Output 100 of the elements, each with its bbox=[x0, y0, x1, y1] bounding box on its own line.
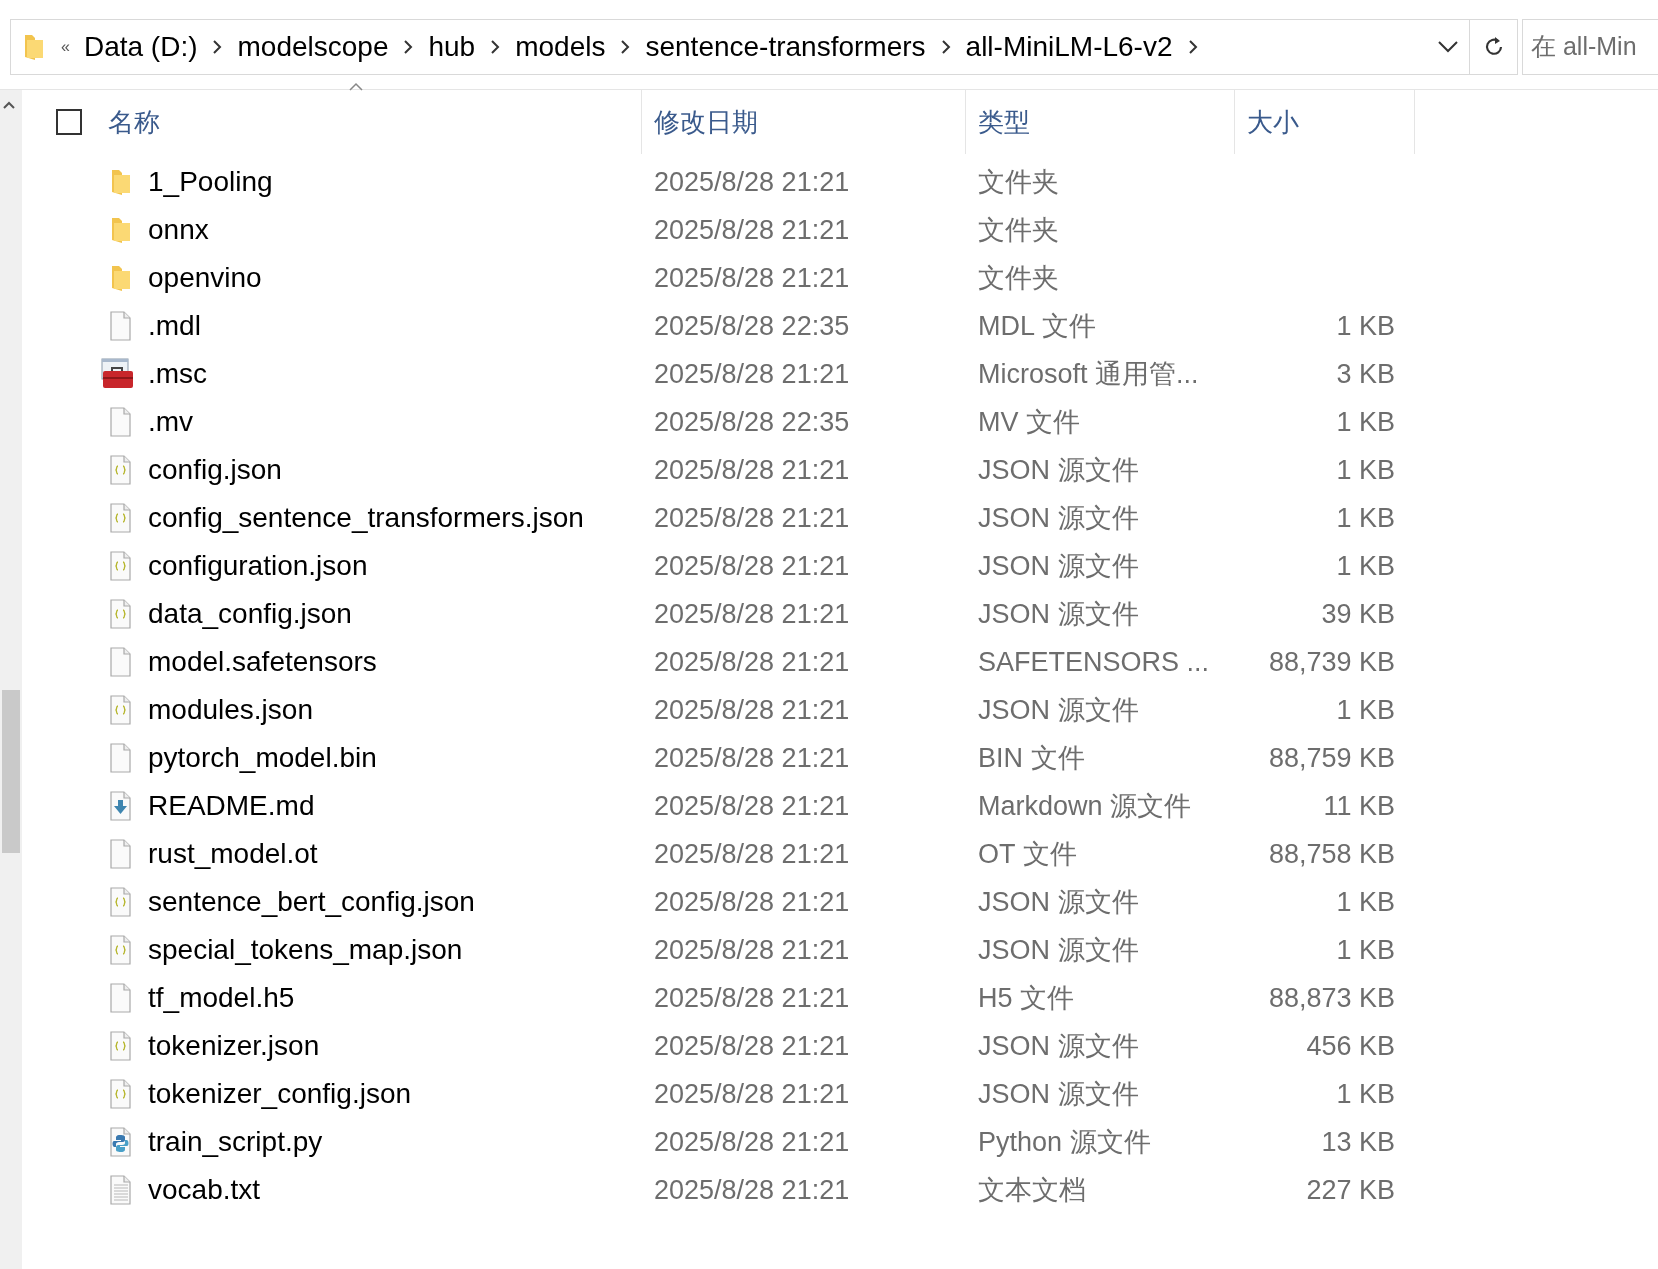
file-name[interactable]: tf_model.h5 bbox=[148, 982, 295, 1014]
breadcrumb-item[interactable]: models bbox=[515, 30, 606, 63]
type-cell-text: 文本文档 bbox=[977, 1174, 1087, 1207]
file-name[interactable]: .mv bbox=[148, 406, 194, 438]
type-cell-text: Microsoft 通用管... bbox=[977, 358, 1200, 391]
file-icon bbox=[108, 311, 134, 341]
type-cell-text: SAFETENSORS ... bbox=[977, 646, 1211, 678]
file-name[interactable]: README.md bbox=[148, 790, 315, 822]
type-cell-text: 文件夹 bbox=[977, 166, 1060, 199]
type-cell-text: MV 文件 bbox=[977, 406, 1081, 439]
size-cell-text: 1 KB bbox=[1335, 934, 1395, 966]
file-name[interactable]: pytorch_model.bin bbox=[148, 742, 377, 774]
file-icon bbox=[108, 407, 134, 437]
date-cell-text: 2025/8/28 21:21 bbox=[653, 1030, 851, 1062]
date-cell-text: 2025/8/28 21:21 bbox=[653, 550, 851, 582]
json-file-icon bbox=[108, 455, 134, 485]
date-cell-text: 2025/8/28 21:21 bbox=[653, 646, 851, 678]
type-cell-text: JSON 源文件 bbox=[977, 598, 1140, 631]
date-cell-text: 2025/8/28 21:21 bbox=[653, 166, 851, 198]
file-name[interactable]: vocab.txt bbox=[148, 1174, 261, 1206]
file-name[interactable]: sentence_bert_config.json bbox=[148, 886, 475, 918]
size-cell-text: 1 KB bbox=[1335, 886, 1395, 918]
date-cell-text: 2025/8/28 21:21 bbox=[653, 982, 851, 1014]
overflow-chevron[interactable]: « bbox=[61, 37, 70, 56]
date-cell-text: 2025/8/28 21:21 bbox=[653, 214, 851, 246]
file-icon bbox=[108, 647, 134, 677]
file-name[interactable]: config.json bbox=[148, 454, 282, 486]
date-cell-text: 2025/8/28 21:21 bbox=[653, 358, 851, 390]
column-header[interactable]: 名称 bbox=[108, 104, 160, 140]
chevron-right-icon[interactable] bbox=[489, 38, 502, 55]
refresh-button[interactable] bbox=[1470, 18, 1518, 75]
chevron-right-icon[interactable] bbox=[402, 38, 415, 55]
scrollbar-thumb[interactable] bbox=[2, 690, 20, 853]
date-cell-text: 2025/8/28 21:21 bbox=[653, 838, 851, 870]
file-name[interactable]: special_tokens_map.json bbox=[148, 934, 463, 966]
type-cell-text: OT 文件 bbox=[977, 838, 1078, 871]
type-cell-text: JSON 源文件 bbox=[977, 454, 1140, 487]
chevron-right-icon[interactable] bbox=[619, 38, 632, 55]
sort-ascending-icon bbox=[348, 82, 364, 92]
date-cell-text: 2025/8/28 21:21 bbox=[653, 886, 851, 918]
breadcrumb-item[interactable]: all-MiniLM-L6-v2 bbox=[965, 30, 1173, 63]
file-name[interactable]: onnx bbox=[148, 214, 209, 246]
date-cell-text: 2025/8/28 21:21 bbox=[653, 934, 851, 966]
file-name[interactable]: model.safetensors bbox=[148, 646, 377, 678]
json-file-icon bbox=[108, 887, 134, 917]
file-name[interactable]: .mdl bbox=[148, 310, 201, 342]
file-name[interactable]: configuration.json bbox=[148, 550, 368, 582]
file-name[interactable]: openvino bbox=[148, 262, 262, 294]
file-name[interactable]: tokenizer_config.json bbox=[148, 1078, 412, 1110]
size-cell-text: 39 KB bbox=[1320, 598, 1395, 630]
size-cell-text: 1 KB bbox=[1335, 1078, 1395, 1110]
type-cell-text: BIN 文件 bbox=[977, 742, 1086, 775]
address-bar[interactable]: « Data (D:) modelscope hub models sentence-transformers all-MiniLM-L6-v2 bbox=[10, 18, 1470, 75]
type-cell-text: H5 文件 bbox=[977, 982, 1076, 1015]
chevron-right-icon[interactable] bbox=[1186, 38, 1199, 55]
json-file-icon bbox=[108, 551, 134, 581]
type-cell-text: MDL 文件 bbox=[977, 310, 1097, 343]
file-name[interactable]: .msc bbox=[148, 358, 208, 390]
chevron-right-icon[interactable] bbox=[939, 38, 952, 55]
size-cell-text: 11 KB bbox=[1322, 790, 1395, 822]
search-field[interactable]: 在 all-Min bbox=[1522, 18, 1658, 75]
size-cell-text: 1 KB bbox=[1335, 406, 1395, 438]
breadcrumb-item[interactable]: modelscope bbox=[237, 30, 389, 63]
column-header[interactable]: 类型 bbox=[966, 90, 1235, 154]
type-cell-text: JSON 源文件 bbox=[977, 694, 1140, 727]
column-header[interactable]: 大小 bbox=[1235, 90, 1415, 154]
file-name[interactable]: 1_Pooling bbox=[148, 166, 273, 198]
size-cell-text: 456 KB bbox=[1305, 1030, 1395, 1062]
breadcrumb-item[interactable]: sentence-transformers bbox=[645, 30, 926, 63]
json-file-icon bbox=[108, 599, 134, 629]
type-cell-text: JSON 源文件 bbox=[977, 1030, 1140, 1063]
date-cell-text: 2025/8/28 21:21 bbox=[653, 694, 851, 726]
size-cell-text: 1 KB bbox=[1335, 550, 1395, 582]
dropdown-chevron-icon[interactable] bbox=[1437, 39, 1459, 54]
file-name[interactable]: config_sentence_transformers.json bbox=[148, 502, 584, 534]
select-all-checkbox[interactable] bbox=[56, 109, 82, 135]
breadcrumb-item[interactable]: hub bbox=[428, 30, 476, 63]
type-cell-text: Python 源文件 bbox=[977, 1126, 1152, 1159]
column-header[interactable]: 修改日期 bbox=[642, 90, 966, 154]
scrollbar[interactable] bbox=[0, 90, 22, 1269]
file-name[interactable]: data_config.json bbox=[148, 598, 352, 630]
type-cell-text: Markdown 源文件 bbox=[977, 790, 1193, 823]
type-cell-text: 文件夹 bbox=[977, 214, 1060, 247]
json-file-icon bbox=[108, 935, 134, 965]
type-cell-text: JSON 源文件 bbox=[977, 886, 1140, 919]
chevron-right-icon[interactable] bbox=[211, 38, 224, 55]
date-cell-text: 2025/8/28 21:21 bbox=[653, 1078, 851, 1110]
size-cell-text: 1 KB bbox=[1335, 310, 1395, 342]
size-cell-text: 88,758 KB bbox=[1267, 838, 1395, 870]
python-file-icon bbox=[108, 1127, 134, 1157]
date-cell-text: 2025/8/28 22:35 bbox=[653, 310, 851, 342]
date-cell-text: 2025/8/28 21:21 bbox=[653, 1174, 851, 1206]
file-name[interactable]: modules.json bbox=[148, 694, 313, 726]
breadcrumb-item[interactable]: Data (D:) bbox=[83, 30, 198, 63]
file-name[interactable]: rust_model.ot bbox=[148, 838, 318, 870]
size-cell-text: 13 KB bbox=[1320, 1126, 1395, 1158]
file-name[interactable]: tokenizer.json bbox=[148, 1030, 320, 1062]
file-icon bbox=[108, 983, 134, 1013]
size-cell-text: 3 KB bbox=[1335, 358, 1395, 390]
file-name[interactable]: train_script.py bbox=[148, 1126, 323, 1158]
